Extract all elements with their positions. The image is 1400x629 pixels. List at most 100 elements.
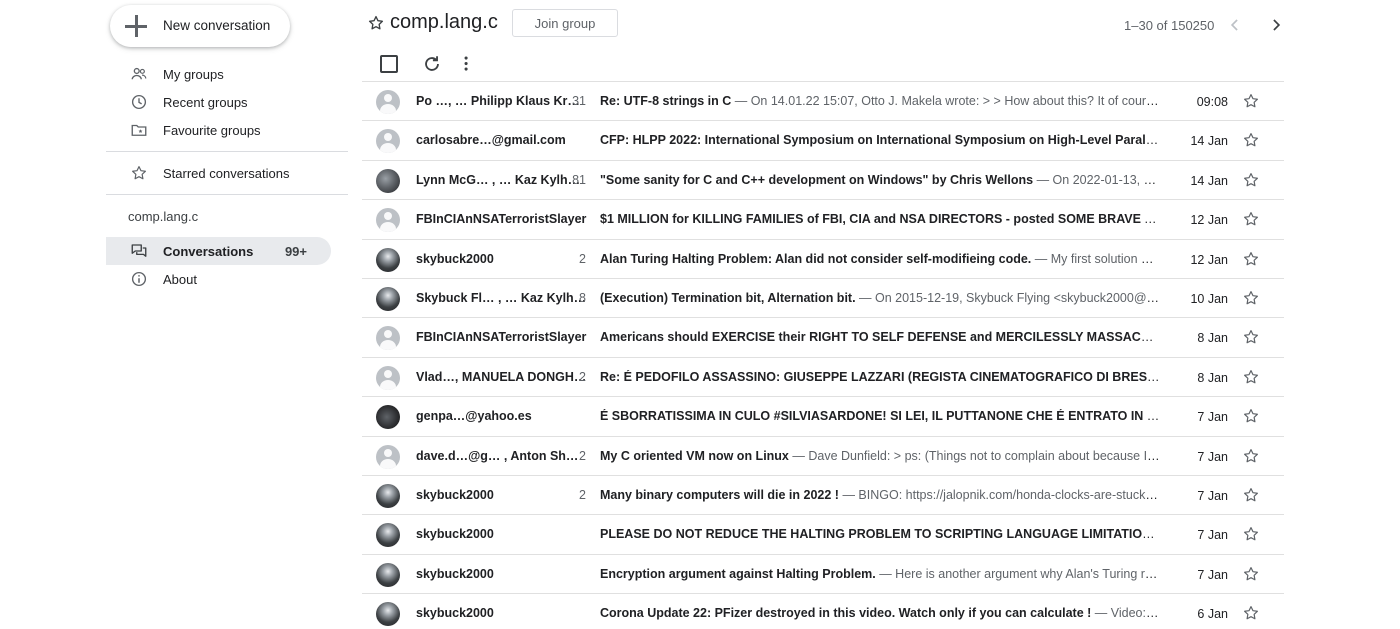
conversation-subject: CFP: HLPP 2022: International Symposium … — [600, 133, 1161, 147]
sidebar-item-label: Conversations — [163, 244, 254, 259]
conversation-row[interactable]: skybuck2000 PLEASE DO NOT REDUCE THE HALT… — [362, 514, 1284, 554]
sidebar-item-conversations[interactable]: Conversations 99+ — [106, 237, 331, 265]
author-names: skybuck2000 — [416, 566, 494, 581]
star-conversation-icon[interactable] — [1242, 486, 1260, 504]
conversation-subject: Americans should EXERCISE their RIGHT TO… — [600, 330, 1161, 344]
sidebar-item-label: About — [163, 272, 197, 287]
conversation-row[interactable]: genpa…@yahoo.es É SBORRATISSIMA IN CULO #… — [362, 396, 1284, 436]
conversation-row[interactable]: skybuck2000 2 Many binary computers will d… — [362, 474, 1284, 515]
author-names: skybuck2000 — [416, 487, 494, 502]
star-conversation-icon[interactable] — [1242, 565, 1260, 583]
conversation-date: 7 Jan — [1197, 449, 1228, 464]
conversation-date: 8 Jan — [1197, 370, 1228, 385]
folder-star-icon — [130, 121, 148, 139]
author-names: dave.d…@g… , Anton Sh… — [416, 448, 579, 463]
forum-icon — [130, 242, 148, 260]
conversation-date: 10 Jan — [1190, 291, 1228, 306]
previous-page-icon[interactable] — [1225, 15, 1245, 35]
conversation-date: 8 Jan — [1197, 331, 1228, 346]
conversation-date: 7 Jan — [1197, 528, 1228, 543]
subject-title: É SBORRATISSIMA IN CULO #SILVIASARDONE! … — [600, 409, 1161, 424]
avatar — [376, 365, 400, 390]
subject-title: (Execution) Termination bit, Alternation… — [600, 290, 856, 305]
conversation-date: 6 Jan — [1197, 607, 1228, 622]
sidebar: New conversation My groups Recent groups… — [0, 0, 350, 629]
conversation-row[interactable]: Skybuck Fl… , … Kaz Kylh… 8 (Execution) Te… — [362, 277, 1284, 318]
avatar — [376, 405, 400, 430]
avatar — [376, 326, 400, 351]
conversation-row[interactable]: skybuck2000 Encryption argument against H… — [362, 553, 1284, 594]
clock-icon — [130, 93, 148, 111]
conversation-subject: Encryption argument against Halting Prob… — [600, 567, 1161, 581]
conversation-list: Po …, … Philipp Klaus Kr… 31 Re: UTF-8 str… — [362, 81, 1284, 629]
refresh-icon[interactable] — [421, 53, 443, 75]
subject-title: Encryption argument against Halting Prob… — [600, 566, 876, 581]
sidebar-item-label: Recent groups — [163, 95, 248, 110]
conversation-subject: Alan Turing Halting Problem: Alan did no… — [600, 252, 1161, 266]
conversation-subject: Many binary computers will die in 2022 !… — [600, 488, 1161, 502]
conversation-date: 12 Jan — [1190, 213, 1228, 228]
conversation-row[interactable]: Lynn McG… , … Kaz Kylh… 81 "Some sanity fo… — [362, 159, 1284, 200]
conversation-row[interactable]: FBInCIAnNSATerroristSlayer $1 MILLION for… — [362, 199, 1284, 239]
avatar — [376, 602, 400, 627]
sidebar-item-label: Starred conversations — [163, 166, 290, 181]
sidebar-item-starred[interactable]: Starred conversations — [106, 159, 348, 187]
author-names: carlosabre…@gmail.com — [416, 133, 566, 148]
join-group-button[interactable]: Join group — [512, 9, 618, 37]
favourite-group-star-icon[interactable] — [367, 14, 385, 32]
subject-title: "Some sanity for C and C++ development o… — [600, 172, 1034, 187]
avatar — [376, 129, 400, 154]
avatar — [376, 286, 400, 311]
message-count: 31 — [572, 94, 586, 108]
subject-title: Corona Update 22: PFizer destroyed in th… — [600, 606, 1092, 621]
subject-title: My C oriented VM now on Linux — [600, 448, 789, 463]
conversation-subject: PLEASE DO NOT REDUCE THE HALTING PROBLEM… — [600, 527, 1161, 541]
pagination-range: 1–30 of 150250 — [1124, 18, 1215, 33]
conversation-subject: "Some sanity for C and C++ development o… — [600, 173, 1161, 187]
star-conversation-icon[interactable] — [1242, 328, 1260, 346]
avatar — [376, 90, 400, 114]
conversation-subject: Re: UTF-8 strings in C — On 14.01.22 15:… — [600, 94, 1161, 108]
unread-count-badge: 99+ — [284, 244, 307, 259]
star-conversation-icon[interactable] — [1242, 447, 1260, 465]
star-conversation-icon[interactable] — [1242, 368, 1260, 386]
group-name-label: comp.lang.c — [128, 209, 199, 224]
star-conversation-icon[interactable] — [1242, 92, 1260, 110]
more-options-icon[interactable] — [456, 53, 478, 75]
sidebar-item-recent-groups[interactable]: Recent groups — [106, 88, 348, 116]
conversation-row[interactable]: carlosabre…@gmail.com CFP: HLPP 2022: Int… — [362, 120, 1284, 160]
avatar — [376, 168, 400, 193]
conversation-row[interactable]: dave.d…@g… , Anton Sh… 2 My C oriented VM … — [362, 435, 1284, 475]
conversation-date: 14 Jan — [1190, 173, 1228, 188]
page-title: comp.lang.c — [390, 11, 498, 33]
author-names: Lynn McG… , … Kaz Kylh… — [416, 172, 581, 187]
conversation-row[interactable]: Vlad…, MANUELA DONGH… 2 Re: É PEDOFILO ASS… — [362, 356, 1284, 397]
new-conversation-button[interactable]: New conversation — [110, 5, 290, 47]
author-names: skybuck2000 — [416, 606, 494, 621]
sidebar-item-my-groups[interactable]: My groups — [106, 60, 348, 88]
message-count: 2 — [579, 487, 586, 502]
star-conversation-icon[interactable] — [1242, 525, 1260, 543]
author-names: Skybuck Fl… , … Kaz Kylh… — [416, 290, 587, 305]
star-conversation-icon[interactable] — [1242, 604, 1260, 622]
subject-title: Americans should EXERCISE their RIGHT TO… — [600, 330, 1161, 345]
author-names: FBInCIAnNSATerroristSlayer — [416, 330, 587, 345]
conversation-row[interactable]: skybuck2000 Corona Update 22: PFizer dest… — [362, 593, 1284, 629]
sidebar-item-favourite-groups[interactable]: Favourite groups — [106, 116, 348, 144]
message-count: 2 — [579, 448, 586, 463]
star-conversation-icon[interactable] — [1242, 407, 1260, 425]
subject-snippet: — Video: https… — [1094, 606, 1161, 621]
star-conversation-icon[interactable] — [1242, 171, 1260, 189]
star-conversation-icon[interactable] — [1242, 131, 1260, 149]
star-conversation-icon[interactable] — [1242, 210, 1260, 228]
select-all-checkbox[interactable] — [380, 55, 398, 73]
star-conversation-icon[interactable] — [1242, 250, 1260, 268]
conversation-row[interactable]: skybuck2000 2 Alan Turing Halting Problem:… — [362, 238, 1284, 278]
sidebar-item-about[interactable]: About — [106, 265, 348, 293]
conversation-row[interactable]: Po …, … Philipp Klaus Kr… 31 Re: UTF-8 str… — [362, 81, 1284, 121]
next-page-icon[interactable] — [1266, 15, 1286, 35]
new-conversation-label: New conversation — [163, 18, 271, 33]
avatar — [376, 208, 400, 233]
conversation-row[interactable]: FBInCIAnNSATerroristSlayer Americans shou… — [362, 317, 1284, 357]
star-conversation-icon[interactable] — [1242, 289, 1260, 307]
